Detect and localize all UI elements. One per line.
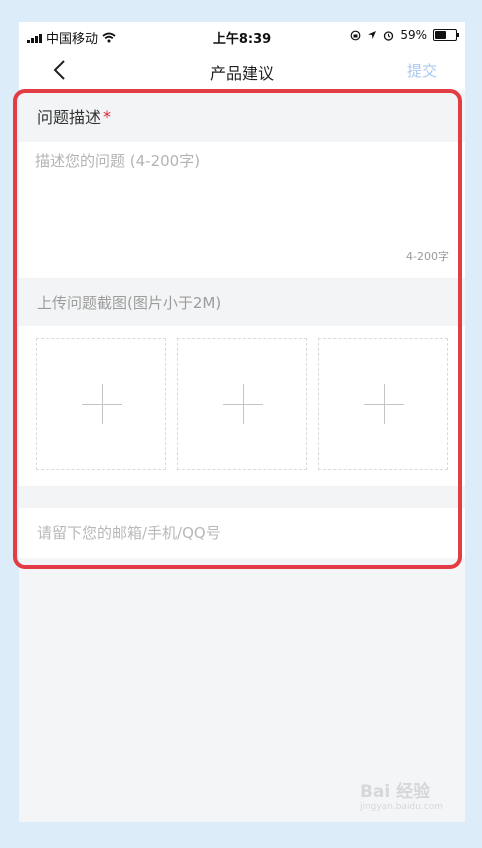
description-placeholder: 描述您的问题 (4-200字) (35, 152, 201, 170)
upload-header: 上传问题截图(图片小于2M) (19, 278, 465, 326)
orientation-lock-icon (350, 30, 361, 40)
nav-bar: 产品建议 提交 (19, 50, 465, 90)
character-counter: 4-200字 (406, 250, 449, 263)
status-right: 59% (350, 28, 459, 42)
watermark-text: Bai 经验 (359, 782, 431, 802)
description-textarea[interactable]: 描述您的问题 (4-200字) 4-200字 (19, 142, 465, 278)
description-header: 问题描述 * (19, 90, 465, 142)
upload-label: 上传问题截图(图片小于2M) (37, 293, 222, 312)
contact-input[interactable]: 请留下您的邮箱/手机/QQ号 (19, 508, 465, 558)
contact-placeholder: 请留下您的邮箱/手机/QQ号 (37, 524, 221, 542)
status-bar: 中国移动 上午8:39 59% (19, 22, 465, 50)
feedback-form: 问题描述 * 描述您的问题 (4-200字) 4-200字 上传问题截图(图片小… (19, 90, 465, 558)
add-image-button[interactable] (177, 338, 307, 470)
phone-screen: 中国移动 上午8:39 59% 产品建议 提交 问题描述 * 描述您的问题 (4… (19, 22, 465, 822)
submit-button[interactable]: 提交 (407, 60, 437, 81)
battery-percent: 59% (400, 28, 427, 42)
add-image-button[interactable] (36, 338, 166, 470)
add-image-button[interactable] (318, 338, 448, 470)
description-label: 问题描述 (37, 108, 102, 127)
page-title: 产品建议 (209, 64, 274, 83)
required-mark: * (103, 106, 112, 126)
watermark-subtext: jingyan.baidu.com (359, 802, 443, 812)
alarm-icon (384, 30, 394, 41)
upload-area (19, 326, 465, 486)
section-divider (19, 486, 465, 508)
location-icon (368, 31, 377, 39)
watermark-logo: Bai 经验 jingyan.baidu.com (360, 777, 443, 812)
battery-icon (433, 29, 459, 41)
